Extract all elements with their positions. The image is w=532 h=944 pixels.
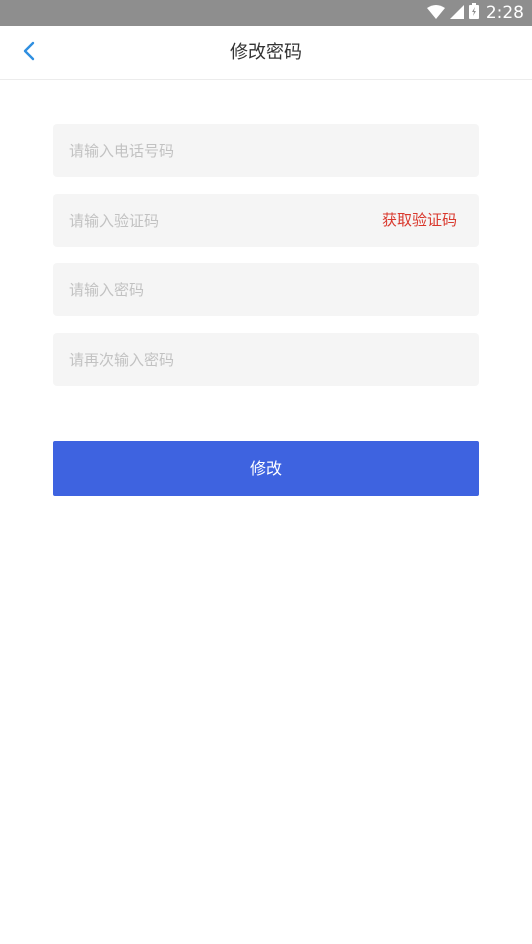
battery-icon (468, 3, 479, 23)
submit-button[interactable]: 修改 (53, 441, 479, 496)
confirm-password-input[interactable] (69, 333, 359, 386)
phone-input[interactable] (69, 124, 359, 177)
phone-field-container (53, 124, 479, 177)
password-input[interactable] (69, 263, 359, 316)
chevron-left-icon (22, 41, 36, 65)
wifi-icon (426, 4, 445, 23)
back-button[interactable] (14, 38, 44, 68)
page-title: 修改密码 (230, 42, 302, 63)
verification-code-input[interactable] (69, 194, 359, 247)
code-field-container: 获取验证码 (53, 194, 479, 247)
password-field-container (53, 263, 479, 316)
status-bar: 2:28 (0, 0, 532, 26)
confirm-password-field-container (53, 333, 479, 386)
nav-bar: 修改密码 (0, 26, 532, 80)
status-time: 2:28 (485, 3, 524, 23)
signal-icon (449, 4, 464, 23)
status-icons: 2:28 (426, 0, 524, 26)
get-code-button[interactable]: 获取验证码 (382, 194, 457, 247)
